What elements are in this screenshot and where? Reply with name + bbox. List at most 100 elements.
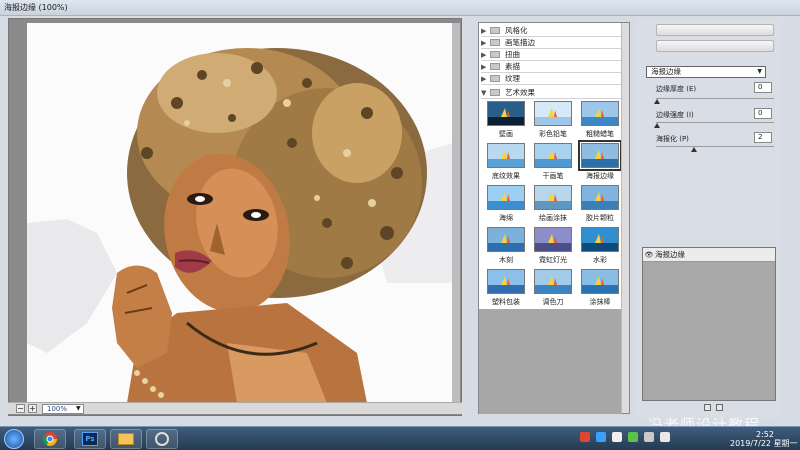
filter-thumbnail[interactable] bbox=[534, 185, 572, 210]
posterization-value: 2 bbox=[758, 133, 763, 141]
filter-thumbnail[interactable] bbox=[578, 140, 622, 171]
zoom-bar: − + 100% ▼ bbox=[8, 402, 462, 414]
preview-scrollbar[interactable] bbox=[452, 23, 460, 403]
zoom-in-button[interactable]: + bbox=[28, 404, 37, 413]
posterization-input[interactable]: 2 bbox=[754, 132, 772, 143]
clock[interactable]: 2:52 2019/7/22 星期一 bbox=[730, 430, 800, 448]
new-layer-icon[interactable] bbox=[704, 404, 711, 411]
filter-preview-icon bbox=[535, 270, 571, 293]
expand-arrow-icon[interactable]: ▶ bbox=[481, 51, 490, 59]
filter-thumbnail[interactable] bbox=[534, 143, 572, 168]
explorer-taskbar-icon[interactable] bbox=[110, 429, 142, 449]
posterization-handle[interactable] bbox=[691, 147, 697, 152]
folder-icon bbox=[490, 39, 500, 46]
chevron-down-icon[interactable]: ▼ bbox=[76, 405, 81, 412]
filter-thumbnail[interactable] bbox=[534, 101, 572, 126]
network-icon[interactable] bbox=[628, 432, 638, 442]
zoom-out-button[interactable]: − bbox=[16, 404, 25, 413]
sogou-icon[interactable] bbox=[580, 432, 590, 442]
expand-arrow-icon[interactable]: ▶ bbox=[481, 39, 490, 47]
filter-dropdown[interactable]: 海报边缘 ▼ bbox=[646, 66, 766, 78]
category-sketch[interactable]: ▶ 素描 bbox=[481, 61, 621, 73]
filter-thumbnail[interactable] bbox=[581, 185, 619, 210]
preview-panel bbox=[8, 18, 462, 416]
category-distort[interactable]: ▶ 扭曲 bbox=[481, 49, 621, 61]
filter-thumbnail[interactable] bbox=[487, 143, 525, 168]
filter-label: 干画笔 bbox=[542, 172, 564, 180]
effect-layer-row[interactable]: 👁 海报边缘 bbox=[643, 248, 775, 262]
cancel-button[interactable] bbox=[656, 40, 774, 52]
edge-thickness-handle[interactable] bbox=[654, 99, 660, 104]
folder-icon bbox=[490, 75, 500, 82]
filter-gallery-window: 海报边缘 (100%) − + 100% ▼ ▶ 风格化 ▶ 画笔描边 ▶ 扭曲… bbox=[0, 0, 800, 426]
filter-label: 涂抹棒 bbox=[589, 298, 611, 306]
filter-thumbnail[interactable] bbox=[487, 269, 525, 294]
edge-intensity-input[interactable]: 0 bbox=[754, 108, 772, 119]
filter-label: 胶片颗粒 bbox=[586, 214, 614, 222]
chrome-icon bbox=[42, 432, 57, 446]
category-label: 纹理 bbox=[505, 74, 520, 83]
filter-preview-icon bbox=[535, 186, 571, 209]
category-artistic[interactable]: ▼ 艺术效果 bbox=[481, 87, 621, 99]
volume-icon[interactable] bbox=[644, 432, 654, 442]
taskbar: Ps 2:52 2019/7/22 星期一 bbox=[0, 426, 800, 450]
filter-preview-icon bbox=[535, 102, 571, 125]
camera-icon bbox=[155, 432, 169, 446]
effect-layers-panel: 👁 海报边缘 bbox=[642, 247, 776, 401]
edge-thickness-label: 边缘厚度 (E) bbox=[656, 85, 697, 93]
start-button[interactable] bbox=[4, 429, 24, 449]
category-brush-strokes[interactable]: ▶ 画笔描边 bbox=[481, 37, 621, 49]
filter-label: 木刻 bbox=[499, 256, 513, 264]
filter-preview-icon bbox=[488, 102, 524, 125]
folder-icon bbox=[118, 433, 134, 445]
expand-arrow-icon[interactable]: ▶ bbox=[481, 27, 490, 35]
filter-preview-icon bbox=[488, 228, 524, 251]
category-stylize[interactable]: ▶ 风格化 bbox=[481, 25, 621, 37]
flag-icon[interactable] bbox=[660, 432, 670, 442]
filter-thumbnail[interactable] bbox=[487, 185, 525, 210]
filter-preview-icon bbox=[582, 102, 618, 125]
ok-button[interactable] bbox=[656, 24, 774, 36]
posterization-slider[interactable] bbox=[656, 146, 774, 147]
filter-thumbnail[interactable] bbox=[487, 227, 525, 252]
chrome-taskbar-icon[interactable] bbox=[34, 429, 66, 449]
folder-icon bbox=[490, 27, 500, 34]
clock-time: 2:52 bbox=[756, 430, 774, 439]
preview-image[interactable] bbox=[27, 23, 452, 403]
edge-intensity-label: 边缘强度 (I) bbox=[656, 111, 694, 119]
chevron-down-icon: ▼ bbox=[757, 68, 762, 75]
filter-preview-icon bbox=[582, 270, 618, 293]
expand-arrow-icon[interactable]: ▶ bbox=[481, 75, 490, 83]
gallery-empty-area bbox=[479, 309, 622, 414]
camera-taskbar-icon[interactable] bbox=[146, 429, 178, 449]
photoshop-taskbar-icon[interactable]: Ps bbox=[74, 429, 106, 449]
title-bar: 海报边缘 (100%) bbox=[0, 0, 800, 16]
filter-thumbnail[interactable] bbox=[534, 227, 572, 252]
tray-icon[interactable] bbox=[612, 432, 622, 442]
delete-layer-icon[interactable] bbox=[716, 404, 723, 411]
collapse-arrow-icon[interactable]: ▼ bbox=[481, 89, 490, 97]
category-texture[interactable]: ▶ 纹理 bbox=[481, 73, 621, 85]
category-label: 画笔描边 bbox=[505, 38, 535, 47]
filter-gallery: ▶ 风格化 ▶ 画笔描边 ▶ 扭曲 ▶ 素描 ▶ 纹理 ▼ 艺术效果 壁画 彩色铅… bbox=[478, 22, 630, 414]
filter-thumbnail[interactable] bbox=[581, 269, 619, 294]
filter-thumbnail[interactable] bbox=[487, 101, 525, 126]
filter-preview-icon bbox=[582, 144, 618, 167]
gallery-scrollbar[interactable] bbox=[621, 23, 629, 413]
edge-thickness-slider[interactable] bbox=[656, 98, 774, 99]
edge-intensity-slider[interactable] bbox=[656, 122, 774, 123]
effect-layer-name: 海报边缘 bbox=[655, 250, 685, 259]
edge-intensity-handle[interactable] bbox=[654, 123, 660, 128]
filter-label: 水彩 bbox=[593, 256, 607, 264]
filter-label: 彩色铅笔 bbox=[539, 130, 567, 138]
filter-thumbnail[interactable] bbox=[581, 227, 619, 252]
edge-thickness-input[interactable]: 0 bbox=[754, 82, 772, 93]
input-method-icon[interactable] bbox=[596, 432, 606, 442]
folder-open-icon bbox=[490, 89, 500, 96]
filter-thumbnail[interactable] bbox=[581, 101, 619, 126]
eye-icon[interactable]: 👁 bbox=[643, 251, 655, 259]
expand-arrow-icon[interactable]: ▶ bbox=[481, 63, 490, 71]
filter-thumbnail[interactable] bbox=[534, 269, 572, 294]
filter-label: 底纹效果 bbox=[492, 172, 520, 180]
poster-edges-portrait-image bbox=[27, 23, 452, 403]
